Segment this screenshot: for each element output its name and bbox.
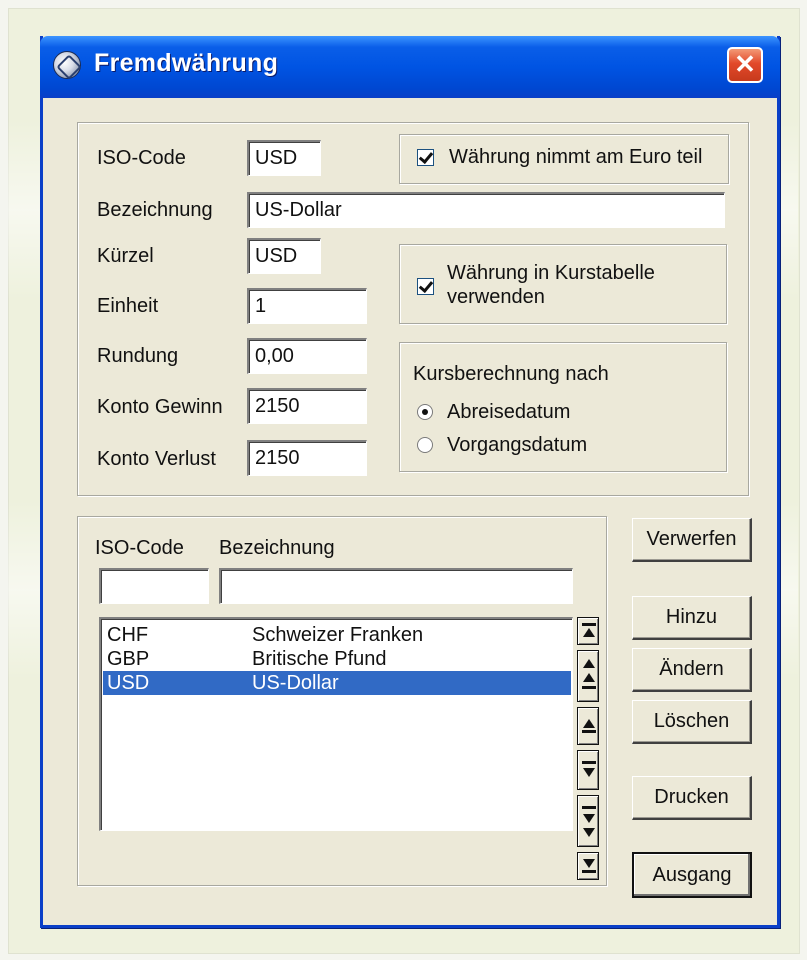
kuerzel-input[interactable]: USD (247, 238, 321, 274)
currency-list[interactable]: CHF Schweizer Franken GBP Britische Pfun… (99, 617, 573, 831)
page-down-icon[interactable] (577, 795, 599, 847)
app-icon (53, 51, 81, 79)
list-iso-code-header: ISO-Code (95, 537, 184, 559)
next-record-icon[interactable] (577, 750, 599, 790)
einheit-input[interactable]: 1 (247, 288, 367, 324)
aendern-button[interactable]: Ändern (632, 648, 752, 692)
page-up-icon[interactable] (577, 650, 599, 702)
konto-gewinn-label: Konto Gewinn (97, 396, 223, 418)
bezeichnung-filter-input[interactable] (219, 568, 573, 604)
ausgang-button[interactable]: Ausgang (632, 852, 752, 898)
list-item-selected[interactable]: USD US-Dollar (103, 671, 571, 695)
kuerzel-label: Kürzel (97, 245, 154, 267)
konto-gewinn-input[interactable]: 2150 (247, 388, 367, 424)
list-bezeichnung-header: Bezeichnung (219, 537, 335, 559)
drucken-button[interactable]: Drucken (632, 776, 752, 820)
bezeichnung-input[interactable]: US-Dollar (247, 192, 725, 228)
list-item-code: GBP (107, 648, 150, 670)
iso-code-filter-input[interactable] (99, 568, 209, 604)
list-item-name: US-Dollar (252, 672, 339, 694)
verwerfen-button[interactable]: Verwerfen (632, 518, 752, 562)
vorgangsdatum-label: Vorgangsdatum (447, 434, 588, 456)
rundung-input[interactable]: 0,00 (247, 338, 367, 374)
konto-verlust-input[interactable]: 2150 (247, 440, 367, 476)
list-item[interactable]: GBP Britische Pfund (103, 647, 571, 671)
hinzu-button[interactable]: Hinzu (632, 596, 752, 640)
konto-verlust-label: Konto Verlust (97, 448, 216, 470)
list-item[interactable]: CHF Schweizer Franken (103, 623, 571, 647)
kurstabelle-label-line1: Währung in Kurstabelle (447, 262, 655, 284)
list-item-code: USD (107, 672, 150, 694)
einheit-label: Einheit (97, 295, 159, 317)
list-item-code: CHF (107, 624, 149, 646)
abreisedatum-radio[interactable] (417, 404, 433, 420)
rundung-label: Rundung (97, 345, 179, 367)
bezeichnung-label: Bezeichnung (97, 199, 213, 221)
kurstabelle-label-line2: verwenden (447, 286, 545, 308)
kursberechnung-title: Kursberechnung nach (413, 363, 609, 385)
record-navigation-bar (577, 617, 599, 880)
list-item-name: Schweizer Franken (252, 624, 424, 646)
previous-record-icon[interactable] (577, 707, 599, 745)
iso-code-input[interactable]: USD (247, 140, 321, 176)
abreisedatum-label: Abreisedatum (447, 401, 571, 423)
last-record-icon[interactable] (577, 852, 599, 880)
list-item-name: Britische Pfund (252, 648, 387, 670)
first-record-icon[interactable] (577, 617, 599, 645)
euro-checkbox[interactable] (417, 149, 434, 166)
fremdwaehrung-dialog: Fremdwährung ✕ ISO-Code USD Währung nimm… (40, 36, 780, 928)
kurstabelle-checkbox[interactable] (417, 278, 434, 295)
iso-code-label: ISO-Code (97, 147, 186, 169)
window-title: Fremdwährung (94, 49, 279, 77)
euro-checkbox-label: Währung nimmt am Euro teil (449, 146, 703, 168)
loeschen-button[interactable]: Löschen (632, 700, 752, 744)
title-bar[interactable]: Fremdwährung ✕ (40, 36, 780, 98)
close-button[interactable]: ✕ (727, 47, 763, 83)
vorgangsdatum-radio[interactable] (417, 437, 433, 453)
